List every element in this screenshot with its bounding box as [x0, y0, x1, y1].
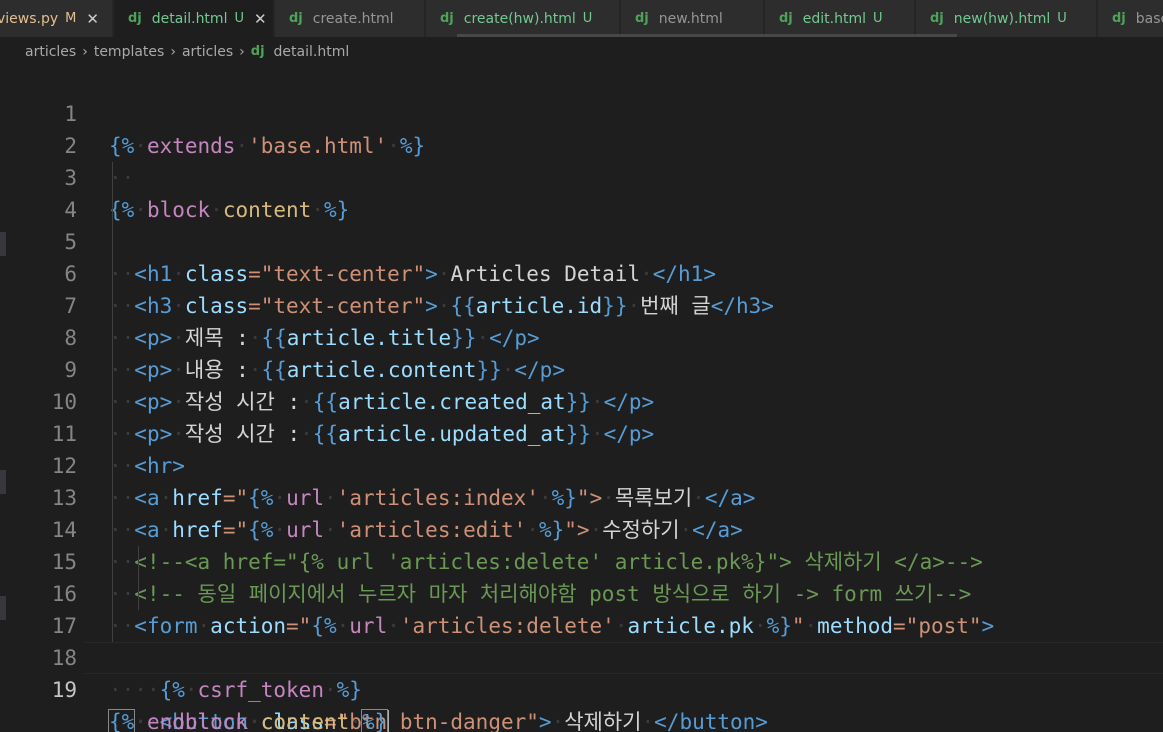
- code-line: 13 ··<!--<a href="{% url 'articles:delet…: [0, 450, 1163, 574]
- code-line: 18 ····: [0, 610, 1163, 732]
- django-icon: dj: [289, 11, 303, 26]
- line-number: 19: [51, 678, 77, 702]
- close-icon[interactable]: ✕: [254, 10, 267, 28]
- tab-new-hw-html[interactable]: dj new(hw).html U: [916, 0, 1097, 37]
- django-icon: dj: [930, 11, 944, 26]
- tab-views-py[interactable]: views.py M ✕: [0, 0, 113, 37]
- tab-label: create.html: [312, 10, 394, 27]
- django-icon: dj: [635, 11, 649, 26]
- tab-label: views.py: [0, 10, 59, 27]
- modified-badge: M: [65, 11, 77, 26]
- tab-label: new.html: [658, 10, 723, 27]
- breadcrumb-item[interactable]: articles: [182, 44, 233, 60]
- code-line: 15 ··<form·action="{%·url·'articles:dele…: [0, 514, 1163, 638]
- code-line: 17 ····<button·class="btn btn-danger">·삭…: [0, 578, 1163, 732]
- tab-detail-html[interactable]: dj detail.html U ✕: [114, 0, 274, 37]
- untracked-badge: U: [872, 11, 883, 26]
- code-line: 14 ··<!-- 동일 페이지에서 누르자 마자 처리해야함 post 방식으…: [0, 482, 1163, 606]
- tab-create-html[interactable]: dj create.html: [275, 0, 425, 37]
- code-line: 3 {%·block·content·%}: [0, 130, 1163, 222]
- tab-new-html[interactable]: dj new.html: [621, 0, 764, 37]
- code-text: {%·endblock·content·%}: [107, 706, 390, 732]
- code-line: 2 ··: [0, 98, 1163, 190]
- tab-label: edit.html: [802, 10, 866, 27]
- chevron-right-icon: ›: [239, 43, 245, 60]
- code-line: 8 ··<p>·작성 시간 :·{{article.created_at}}·<…: [0, 290, 1163, 414]
- chevron-right-icon: ›: [170, 43, 176, 60]
- django-icon: dj: [250, 44, 265, 59]
- close-icon[interactable]: ✕: [86, 10, 99, 28]
- tab-label: new(hw).html: [953, 10, 1051, 27]
- tab-edit-html[interactable]: dj edit.html U: [765, 0, 915, 37]
- tab-label: create(hw).html: [463, 10, 576, 27]
- text-cursor: [387, 710, 390, 732]
- code-line: 7 ··<p>·내용 :·{{article.content}}·</p>: [0, 258, 1163, 382]
- tab-label: detail.html: [151, 10, 228, 27]
- code-line: 9 ··<p>·작성 시간 :·{{article.updated_at}}·<…: [0, 322, 1163, 446]
- code-line: 4 ··<h1·class="text-center">·Articles De…: [0, 162, 1163, 286]
- breadcrumb-item[interactable]: templates: [94, 44, 165, 60]
- breadcrumb: articles › templates › articles › dj det…: [0, 37, 1163, 66]
- code-line: 11 ··<a·href="{%·url·'articles:index'·%}…: [0, 386, 1163, 510]
- code-line: 12 ··<a·href="{%·url·'articles:edit'·%}"…: [0, 418, 1163, 542]
- untracked-badge: U: [1057, 11, 1067, 26]
- breadcrumb-item[interactable]: articles: [25, 44, 76, 60]
- tab-base-html[interactable]: dj base: [1098, 0, 1163, 37]
- code-text: ····{%·csrf_token·%}: [109, 678, 362, 702]
- tab-create-hw-html[interactable]: dj create(hw).html U: [426, 0, 620, 37]
- breadcrumb-item[interactable]: detail.html: [274, 44, 350, 60]
- django-icon: dj: [440, 11, 454, 26]
- code-line: 1 {%·extends·'base.html'·%}: [0, 66, 1163, 158]
- code-line: 6 ··<p>·제목 :·{{article.title}}·</p>: [0, 226, 1163, 350]
- code-line: 10 ··<hr>: [0, 354, 1163, 478]
- code-line: 16 ····{%·csrf_token·%}: [0, 546, 1163, 702]
- tab-bar: views.py M ✕ dj detail.html U ✕ dj creat…: [0, 0, 1163, 37]
- django-icon: dj: [128, 11, 142, 26]
- tab-label: base: [1135, 10, 1163, 27]
- django-icon: dj: [1112, 11, 1126, 26]
- untracked-badge: U: [582, 11, 593, 26]
- code-line: 19 {%·endblock·content·%}: [0, 642, 1163, 732]
- chevron-right-icon: ›: [82, 43, 88, 60]
- untracked-badge: U: [234, 11, 244, 26]
- code-line: 5 ··<h3·class="text-center">·{{article.i…: [0, 194, 1163, 318]
- code-editor[interactable]: 1 {%·extends·'base.html'·%} 2 ·· 3 {%·bl…: [0, 66, 1163, 732]
- django-icon: dj: [779, 11, 793, 26]
